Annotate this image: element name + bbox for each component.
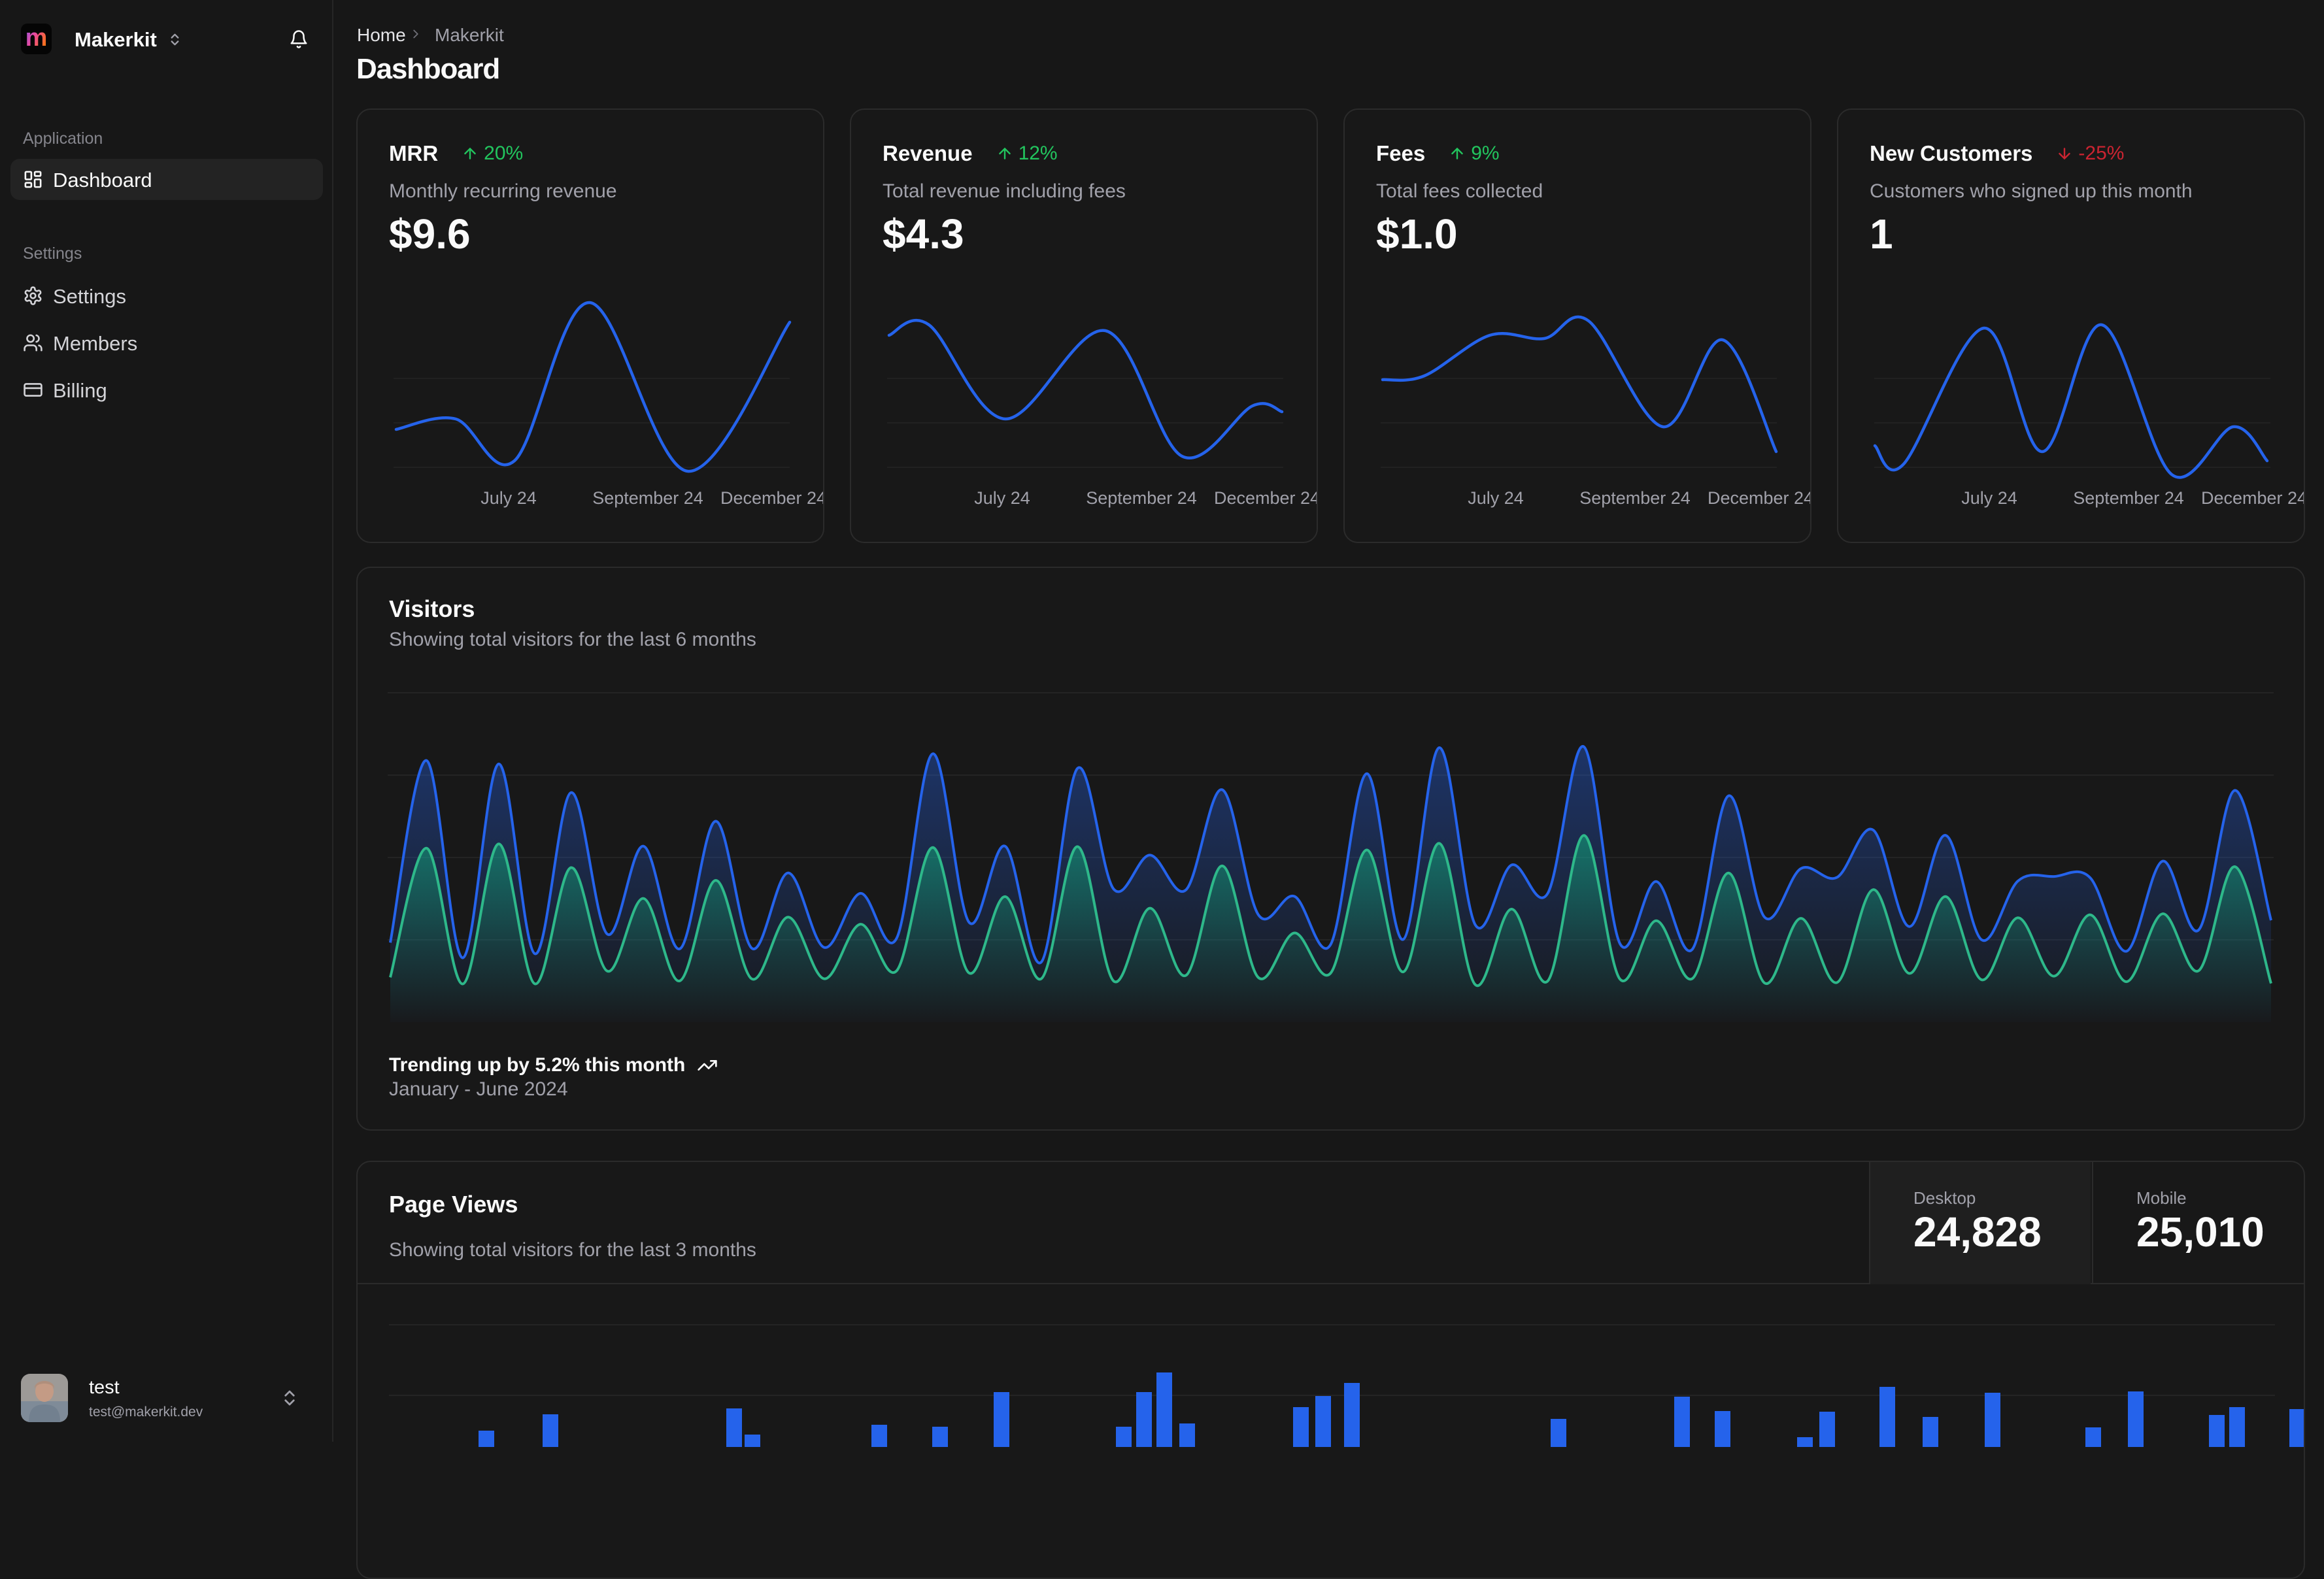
svg-text:December 24: December 24 [2201,488,2304,508]
svg-text:September 24: September 24 [1086,488,1197,508]
svg-text:September 24: September 24 [592,488,703,508]
svg-text:December 24: December 24 [1708,488,1810,508]
svg-text:July 24: July 24 [480,488,537,508]
svg-text:July 24: July 24 [974,488,1030,508]
svg-text:December 24: December 24 [1214,488,1317,508]
svg-text:September 24: September 24 [1579,488,1691,508]
svg-text:December 24: December 24 [720,488,823,508]
svg-text:July 24: July 24 [1468,488,1524,508]
svg-text:September 24: September 24 [2073,488,2184,508]
svg-text:m: m [25,24,48,52]
svg-text:July 24: July 24 [1961,488,2017,508]
